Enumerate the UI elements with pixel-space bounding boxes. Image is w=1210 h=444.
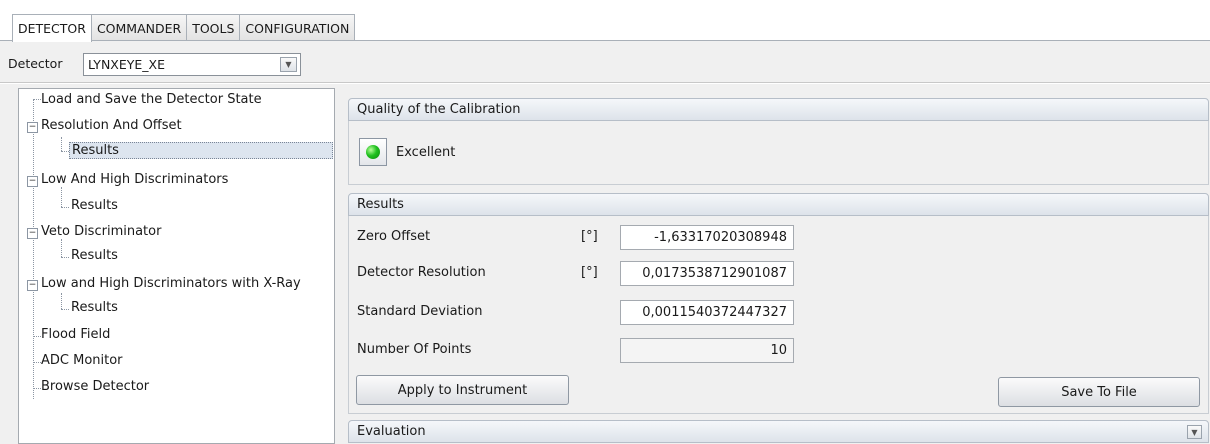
tree-item-browse-detector[interactable]: Browse Detector <box>41 379 149 394</box>
tree-connector <box>33 388 41 389</box>
number-of-points-field: 10 <box>620 338 794 363</box>
tree-connector <box>61 137 62 151</box>
quality-panel-title: Quality of the Calibration <box>357 102 521 117</box>
detector-label: Detector <box>8 56 63 71</box>
number-of-points-label: Number Of Points <box>357 342 472 357</box>
results-panel-title: Results <box>357 197 404 212</box>
tree-item-resolution-offset[interactable]: Resolution And Offset <box>41 118 182 133</box>
tree-connector <box>33 99 34 399</box>
tree-item-low-high-discriminators[interactable]: Low And High Discriminators <box>41 172 228 187</box>
quality-panel-header: Quality of the Calibration <box>348 98 1209 121</box>
tab-detector[interactable]: DETECTOR <box>12 14 92 42</box>
tree-item-veto-results[interactable]: Results <box>71 248 118 263</box>
tree-connector <box>61 293 62 309</box>
tab-bar: DETECTOR COMMANDER TOOLS CONFIGURATION <box>12 14 356 42</box>
collapse-toggle[interactable]: − <box>27 176 38 187</box>
quality-status-text: Excellent <box>396 145 456 160</box>
tree-connector <box>61 151 69 152</box>
quality-panel <box>348 121 1209 185</box>
tree-item-veto-discriminator[interactable]: Veto Discriminator <box>41 224 161 239</box>
tree-item-load-save[interactable]: Load and Save the Detector State <box>41 92 262 107</box>
detector-resolution-field[interactable]: 0,0173538712901087 <box>620 261 794 286</box>
zero-offset-field[interactable]: -1,63317020308948 <box>620 225 794 250</box>
tab-tools[interactable]: TOOLS <box>186 14 241 41</box>
tree-item-flood-field[interactable]: Flood Field <box>41 327 110 342</box>
tree-connector <box>61 239 62 257</box>
tree-item-xray-results[interactable]: Results <box>71 300 118 315</box>
detector-select-value: LYNXEYE_XE <box>88 57 165 72</box>
tree-connector <box>61 207 69 208</box>
tree-item-adc-monitor[interactable]: ADC Monitor <box>41 353 123 368</box>
detector-resolution-unit: [°] <box>581 265 598 280</box>
zero-offset-label: Zero Offset <box>357 229 431 244</box>
collapse-toggle[interactable]: − <box>27 280 38 291</box>
tree-connector <box>61 187 62 207</box>
detector-select[interactable]: LYNXEYE_XE ▼ <box>83 53 301 76</box>
tree-connector <box>33 362 41 363</box>
tree-connector <box>33 99 41 100</box>
detector-resolution-label: Detector Resolution <box>357 265 486 280</box>
tree-item-resolution-results[interactable]: Results <box>69 142 333 159</box>
evaluation-panel-header[interactable]: Evaluation ▼ <box>348 420 1209 443</box>
status-light-icon <box>366 145 380 159</box>
chevron-down-icon[interactable]: ▼ <box>280 57 297 72</box>
tree-connector <box>61 257 69 258</box>
zero-offset-unit: [°] <box>581 229 598 244</box>
collapse-toggle[interactable]: − <box>27 228 38 239</box>
status-indicator <box>359 138 387 166</box>
results-panel-header: Results <box>348 193 1209 216</box>
standard-deviation-label: Standard Deviation <box>357 304 483 319</box>
standard-deviation-field[interactable]: 0,0011540372447327 <box>620 300 794 325</box>
tab-commander[interactable]: COMMANDER <box>90 14 188 41</box>
tree-connector <box>61 309 69 310</box>
save-to-file-button[interactable]: Save To File <box>998 377 1200 407</box>
collapse-toggle[interactable]: − <box>27 122 38 133</box>
chevron-down-icon[interactable]: ▼ <box>1187 425 1202 439</box>
tree-item-xray-discriminators[interactable]: Low and High Discriminators with X-Ray <box>41 276 301 291</box>
tab-configuration[interactable]: CONFIGURATION <box>239 14 356 41</box>
tree-connector <box>33 336 41 337</box>
detector-toolbar: Detector LYNXEYE_XE ▼ <box>0 41 1210 83</box>
evaluation-panel-title: Evaluation <box>357 424 426 439</box>
calibration-tree: Load and Save the Detector State − Resol… <box>18 88 335 444</box>
apply-to-instrument-button[interactable]: Apply to Instrument <box>356 375 569 405</box>
tree-item-discriminators-results[interactable]: Results <box>71 198 118 213</box>
